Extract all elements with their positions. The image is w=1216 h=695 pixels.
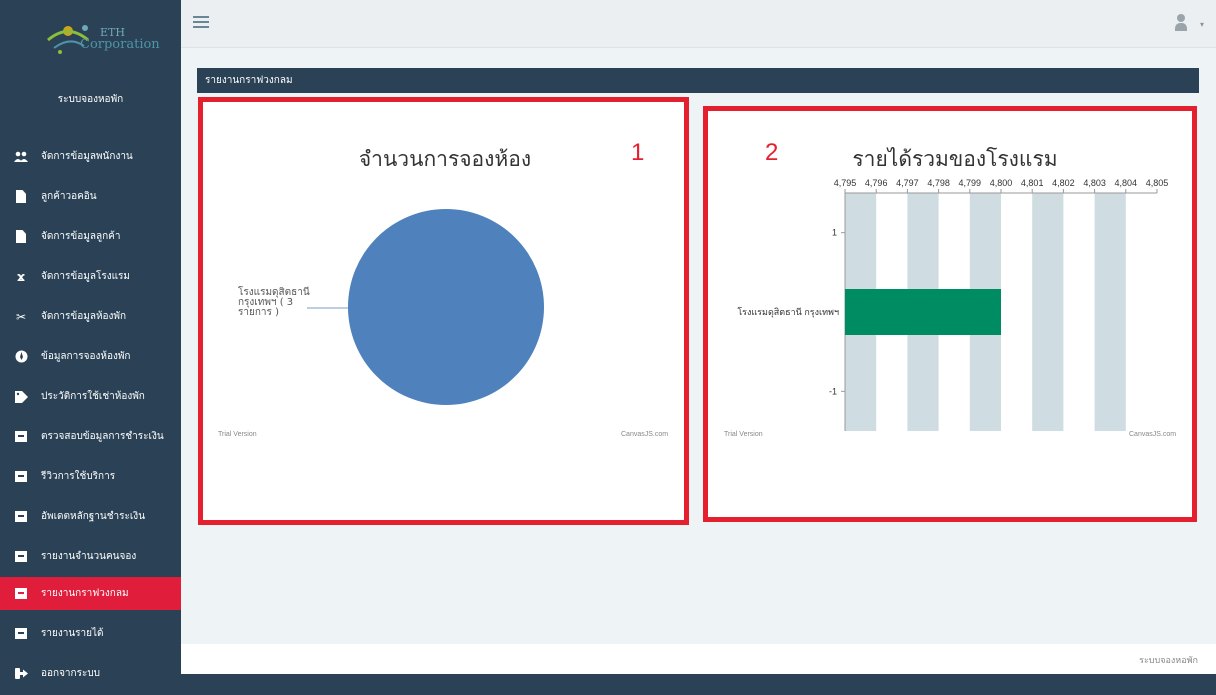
trial-label: Trial Version bbox=[724, 431, 763, 438]
sidebar-item-walkin[interactable]: ลูกค้าวอคอิน bbox=[0, 180, 181, 213]
sidebar-item-logout[interactable]: ออกจากระบบ bbox=[0, 657, 181, 690]
sidebar-item-label: จัดการข้อมูลห้องพัก bbox=[41, 311, 127, 322]
bottom-bar bbox=[181, 674, 1216, 695]
archive-icon bbox=[14, 587, 28, 601]
canvasjs-credit[interactable]: CanvasJS.com bbox=[621, 431, 668, 438]
sidebar-item-hotels[interactable]: ϫ จัดการข้อมูลโรงแรม bbox=[0, 260, 181, 293]
canvasjs-credit[interactable]: CanvasJS.com bbox=[1129, 431, 1176, 438]
archive-icon bbox=[14, 510, 28, 524]
archive-icon bbox=[14, 430, 28, 444]
pie-slice[interactable] bbox=[348, 209, 544, 405]
sidebar-item-history[interactable]: ประวัติการใช้เช่าห้องพัก bbox=[0, 380, 181, 413]
sidebar-item-label: ลูกค้าวอคอิน bbox=[41, 191, 97, 202]
file-icon bbox=[14, 190, 28, 204]
value-tick-label: 4,802 bbox=[1052, 178, 1075, 188]
sidebar-item-label: รายงานจำนวนคนจอง bbox=[41, 551, 137, 562]
sidebar-item-label: จัดการข้อมูลพนักงาน bbox=[41, 151, 133, 162]
file-icon bbox=[14, 230, 28, 244]
rebel-icon bbox=[14, 350, 28, 364]
sidebar-item-label: ตรวจสอบข้อมูลการชำระเงิน bbox=[41, 431, 164, 442]
sidebar-item-rooms[interactable]: ✂ จัดการข้อมูลห้องพัก bbox=[0, 300, 181, 333]
system-title: ระบบจองหอพัก bbox=[57, 94, 124, 105]
sidebar-item-payment-check[interactable]: ตรวจสอบข้อมูลการชำระเงิน bbox=[0, 420, 181, 453]
category-tick-label: -1 bbox=[829, 386, 837, 396]
page-title: รายงานกราฟวงกลม bbox=[197, 68, 1199, 93]
sidebar-item-label: ประวัติการใช้เช่าห้องพัก bbox=[41, 391, 145, 402]
grid-band bbox=[1094, 193, 1126, 431]
sidebar: ETH Corporation ระบบจองหอพัก จัดการข้อมู… bbox=[0, 0, 181, 695]
category-tick-label: 1 bbox=[832, 228, 837, 238]
sidebar-item-income-report[interactable]: รายงานรายได้ bbox=[0, 617, 181, 650]
archive-icon bbox=[14, 470, 28, 484]
value-tick-label: 4,804 bbox=[1115, 178, 1138, 188]
scissors-icon: ✂ bbox=[15, 309, 27, 324]
pie-slice-label: โรงแรมดุสิตธานี กรุงเทพฯ ( 3 รายการ ) bbox=[238, 287, 310, 318]
value-tick-label: 4,801 bbox=[1021, 178, 1044, 188]
sign-out-icon bbox=[14, 667, 28, 681]
sidebar-item-label: จัดการข้อมูลโรงแรม bbox=[41, 271, 130, 282]
caret-down-icon[interactable]: ▾ bbox=[1200, 20, 1204, 29]
value-tick-label: 4,799 bbox=[959, 178, 982, 188]
sidebar-item-reviews[interactable]: รีวิวการใช้บริการ bbox=[0, 460, 181, 493]
logo-text: ETH Corporation bbox=[80, 26, 160, 52]
sidebar-item-bookings[interactable]: ข้อมูลการจองห้องพัก bbox=[0, 340, 181, 373]
xing-icon: ϫ bbox=[16, 269, 26, 284]
sidebar-item-label: อัพเดตหลักฐานชำระเงิน bbox=[41, 511, 146, 522]
chart-title-1: จำนวนการจองห้อง bbox=[358, 147, 532, 171]
value-tick-label: 4,805 bbox=[1146, 178, 1169, 188]
value-tick-label: 4,803 bbox=[1083, 178, 1106, 188]
sidebar-item-pie-report[interactable]: รายงานกราฟวงกลม bbox=[0, 577, 181, 610]
sidebar-item-employees[interactable]: จัดการข้อมูลพนักงาน bbox=[0, 140, 181, 173]
archive-icon bbox=[14, 550, 28, 564]
top-bar: ▾ bbox=[181, 0, 1216, 48]
value-tick-label: 4,798 bbox=[927, 178, 950, 188]
value-tick-label: 4,797 bbox=[896, 178, 919, 188]
sidebar-item-label: ออกจากระบบ bbox=[41, 668, 101, 679]
grid-band bbox=[1032, 193, 1064, 431]
archive-icon bbox=[14, 627, 28, 641]
sidebar-item-label: รายงานรายได้ bbox=[41, 628, 104, 639]
footer: ระบบจองหอพัก bbox=[181, 644, 1216, 674]
bar-chart: 4,795 4,796 4,797 4,798 4,799 4,800 4,801 4,802… bbox=[737, 178, 1169, 431]
sidebar-item-booking-report[interactable]: รายงานจำนวนคนจอง bbox=[0, 540, 181, 573]
marker-2: 2 bbox=[765, 139, 779, 166]
sidebar-item-label: รีวิวการใช้บริการ bbox=[41, 471, 116, 482]
trial-label: Trial Version bbox=[218, 431, 257, 438]
sidebar-item-label: จัดการข้อมูลลูกค้า bbox=[41, 231, 121, 242]
sidebar-item-update-proof[interactable]: อัพเดตหลักฐานชำระเงิน bbox=[0, 500, 181, 533]
bar bbox=[845, 289, 1001, 335]
users-icon bbox=[14, 150, 28, 164]
sidebar-item-customers[interactable]: จัดการข้อมูลลูกค้า bbox=[0, 220, 181, 253]
hamburger-menu-icon[interactable] bbox=[193, 16, 209, 28]
value-tick-label: 4,795 bbox=[834, 178, 857, 188]
sidebar-item-label: รายงานกราฟวงกลม bbox=[41, 588, 129, 599]
value-tick-label: 4,800 bbox=[990, 178, 1013, 188]
footer-text: ระบบจองหอพัก bbox=[1139, 656, 1198, 666]
category-label: โรงแรมดุสิตธานี กรุงเทพฯ bbox=[737, 307, 839, 318]
tag-icon bbox=[14, 390, 28, 404]
marker-1: 1 bbox=[631, 139, 645, 166]
user-icon[interactable] bbox=[1174, 14, 1188, 32]
sidebar-item-label: ข้อมูลการจองห้องพัก bbox=[41, 351, 131, 362]
value-tick-label: 4,796 bbox=[865, 178, 888, 188]
